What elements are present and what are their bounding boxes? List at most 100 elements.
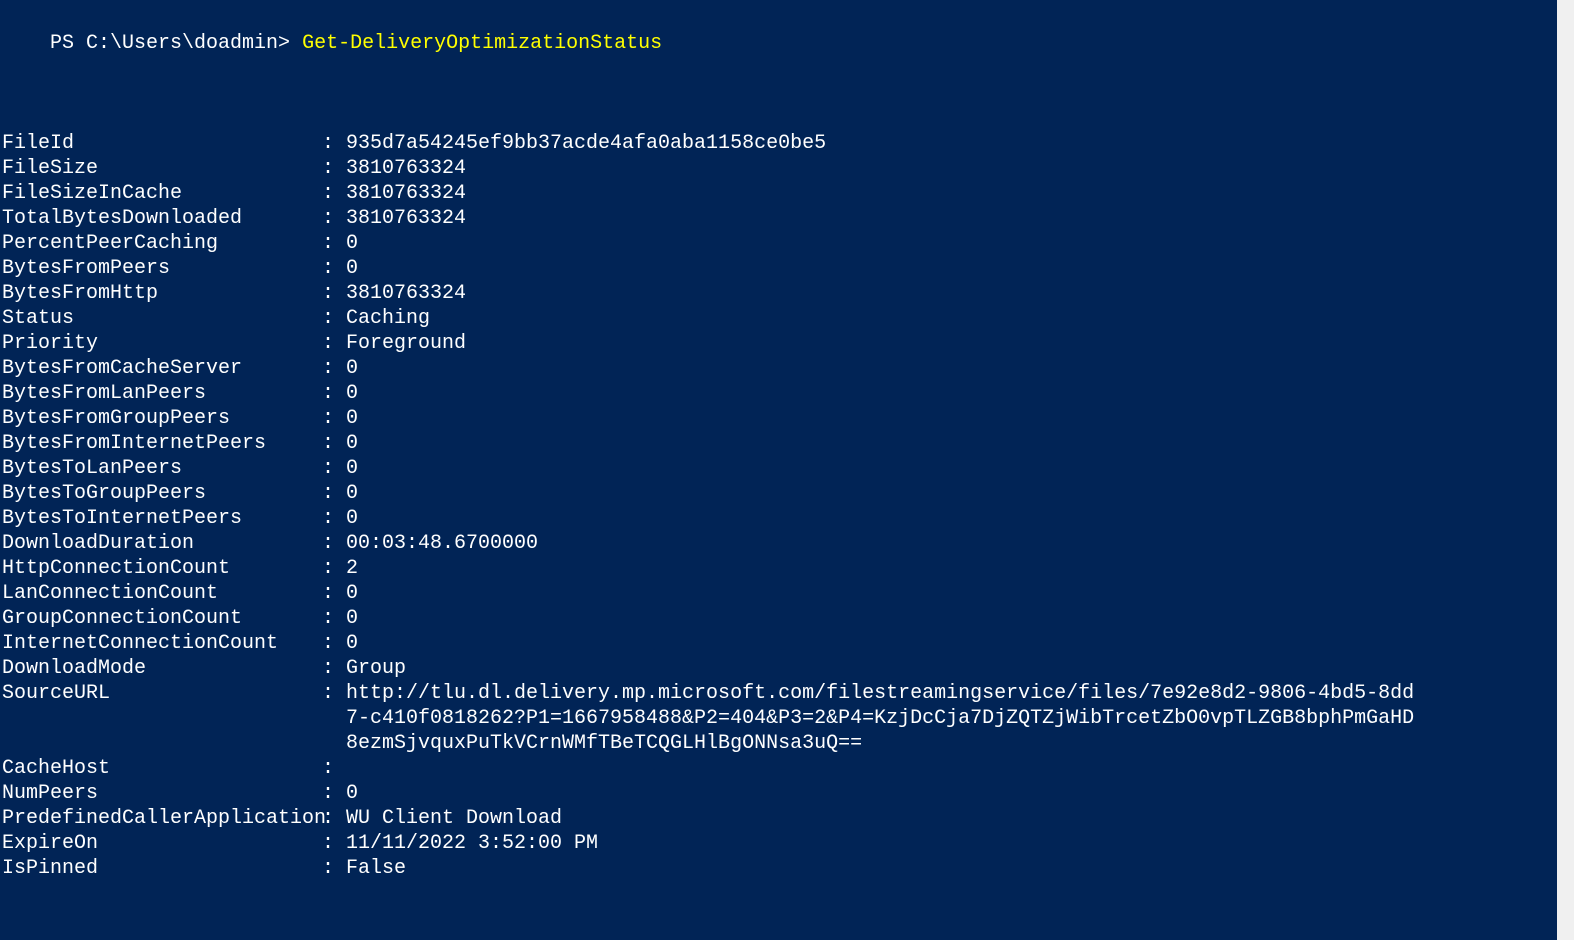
output-row: CacheHost:	[2, 756, 1559, 781]
output-key: IsPinned	[2, 856, 322, 881]
output-separator: :	[322, 506, 346, 531]
output-key: BytesFromLanPeers	[2, 381, 322, 406]
output-value: Foreground	[346, 331, 466, 356]
output-row: DownloadMode: Group	[2, 656, 1559, 681]
output-key: DownloadMode	[2, 656, 322, 681]
output-row: LanConnectionCount: 0	[2, 581, 1559, 606]
output-key: InternetConnectionCount	[2, 631, 322, 656]
output-separator: :	[322, 131, 346, 156]
output-value: 3810763324	[346, 156, 466, 181]
output-value: 0	[346, 356, 358, 381]
output-continuation: 8ezmSjvquxPuTkVCrnWMfTBeTCQGLHlBgONNsa3u…	[2, 731, 1559, 756]
output-value: 0	[346, 481, 358, 506]
terminal-content[interactable]: PS C:\Users\doadmin> Get-DeliveryOptimiz…	[2, 6, 1559, 881]
output-key: LanConnectionCount	[2, 581, 322, 606]
output-key: FileId	[2, 131, 322, 156]
output-row: BytesFromLanPeers: 0	[2, 381, 1559, 406]
output-separator: :	[322, 256, 346, 281]
output-separator: :	[322, 231, 346, 256]
output-key: BytesFromInternetPeers	[2, 431, 322, 456]
output-key: FileSizeInCache	[2, 181, 322, 206]
prompt-command: Get-DeliveryOptimizationStatus	[302, 32, 662, 55]
output-value: 0	[346, 781, 358, 806]
output-key: BytesFromCacheServer	[2, 356, 322, 381]
output-value: 0	[346, 456, 358, 481]
output-separator: :	[322, 306, 346, 331]
output-row: FileSizeInCache: 3810763324	[2, 181, 1559, 206]
output-value: 0	[346, 631, 358, 656]
output-separator: :	[322, 531, 346, 556]
output-row: Status: Caching	[2, 306, 1559, 331]
output-value: 0	[346, 581, 358, 606]
output-row: ExpireOn: 11/11/2022 3:52:00 PM	[2, 831, 1559, 856]
output-key: HttpConnectionCount	[2, 556, 322, 581]
output-value: 00:03:48.6700000	[346, 531, 538, 556]
output-row: Priority: Foreground	[2, 331, 1559, 356]
output-separator: :	[322, 156, 346, 181]
output-value: 0	[346, 406, 358, 431]
output-separator: :	[322, 556, 346, 581]
output-separator: :	[322, 831, 346, 856]
output-row: FileSize: 3810763324	[2, 156, 1559, 181]
output-key: CacheHost	[2, 756, 322, 781]
output-key: BytesToLanPeers	[2, 456, 322, 481]
output-row: InternetConnectionCount: 0	[2, 631, 1559, 656]
output-separator: :	[322, 756, 346, 781]
output-value: 0	[346, 231, 358, 256]
output-value: 3810763324	[346, 206, 466, 231]
prompt-prefix: PS C:\Users\doadmin>	[50, 32, 302, 55]
output-separator: :	[322, 331, 346, 356]
output-value: 2	[346, 556, 358, 581]
output-separator: :	[322, 606, 346, 631]
output-row: BytesFromCacheServer: 0	[2, 356, 1559, 381]
output-key: BytesFromHttp	[2, 281, 322, 306]
output-row: GroupConnectionCount: 0	[2, 606, 1559, 631]
output-separator: :	[322, 206, 346, 231]
output-key: TotalBytesDownloaded	[2, 206, 322, 231]
output-row: BytesFromHttp: 3810763324	[2, 281, 1559, 306]
output-key: BytesToInternetPeers	[2, 506, 322, 531]
output-value: 0	[346, 256, 358, 281]
output-row: BytesFromInternetPeers: 0	[2, 431, 1559, 456]
output-value: 0	[346, 431, 358, 456]
prompt-line: PS C:\Users\doadmin> Get-DeliveryOptimiz…	[2, 6, 1559, 81]
output-row: PredefinedCallerApplication: WU Client D…	[2, 806, 1559, 831]
output-value: False	[346, 856, 406, 881]
output-value: http://tlu.dl.delivery.mp.microsoft.com/…	[346, 681, 1414, 706]
output-separator: :	[322, 406, 346, 431]
output-row: PercentPeerCaching: 0	[2, 231, 1559, 256]
output-value: Group	[346, 656, 406, 681]
output-row: BytesFromPeers: 0	[2, 256, 1559, 281]
output-row: HttpConnectionCount: 2	[2, 556, 1559, 581]
output-separator: :	[322, 806, 346, 831]
output-separator: :	[322, 356, 346, 381]
output-key: Priority	[2, 331, 322, 356]
output-row: BytesFromGroupPeers: 0	[2, 406, 1559, 431]
output-value: 0	[346, 606, 358, 631]
output-key: GroupConnectionCount	[2, 606, 322, 631]
output-key: NumPeers	[2, 781, 322, 806]
output-key: FileSize	[2, 156, 322, 181]
output-row: BytesToGroupPeers: 0	[2, 481, 1559, 506]
scrollbar[interactable]	[1557, 0, 1574, 940]
output-value: 0	[346, 506, 358, 531]
output-row: TotalBytesDownloaded: 3810763324	[2, 206, 1559, 231]
output-key: BytesToGroupPeers	[2, 481, 322, 506]
output-row: IsPinned: False	[2, 856, 1559, 881]
output-separator: :	[322, 581, 346, 606]
output-value: 3810763324	[346, 181, 466, 206]
output-key: DownloadDuration	[2, 531, 322, 556]
output-value: Caching	[346, 306, 430, 331]
output-value: 3810763324	[346, 281, 466, 306]
output-key: PredefinedCallerApplication	[2, 806, 322, 831]
output-row: SourceURL: http://tlu.dl.delivery.mp.mic…	[2, 681, 1559, 706]
output-key: BytesFromPeers	[2, 256, 322, 281]
output-key: ExpireOn	[2, 831, 322, 856]
output-separator: :	[322, 781, 346, 806]
output-continuation: 7-c410f0818262?P1=1667958488&P2=404&P3=2…	[2, 706, 1559, 731]
output-separator: :	[322, 656, 346, 681]
output-separator: :	[322, 856, 346, 881]
output-separator: :	[322, 681, 346, 706]
output-key: SourceURL	[2, 681, 322, 706]
output-key: BytesFromGroupPeers	[2, 406, 322, 431]
